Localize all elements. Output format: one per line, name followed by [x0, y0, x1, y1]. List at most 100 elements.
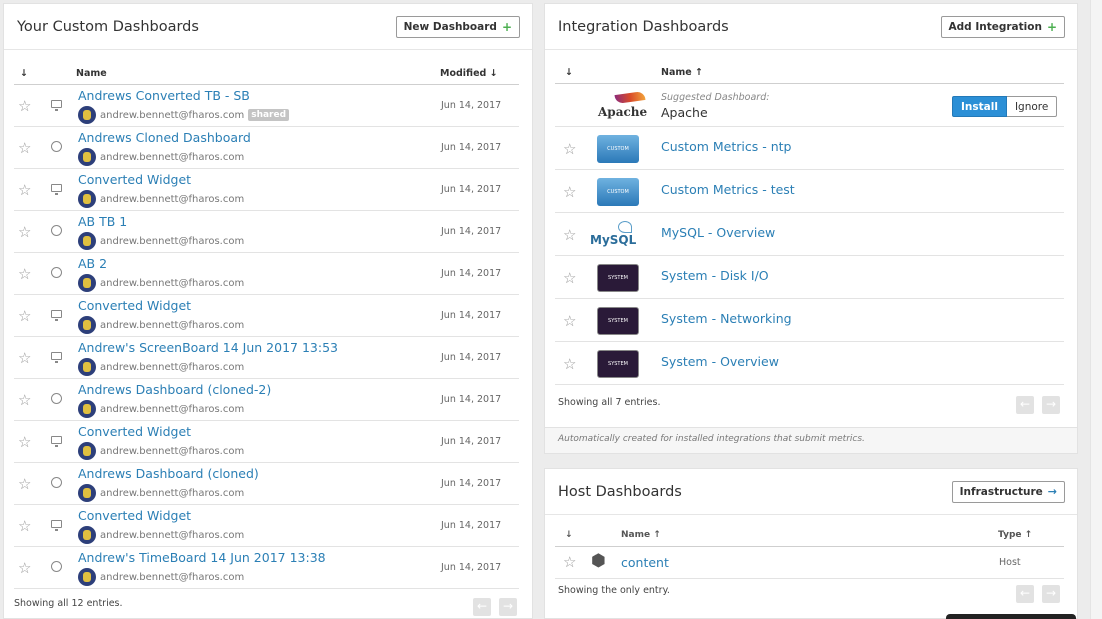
dashboard-link[interactable]: System - Networking [661, 311, 792, 326]
integration-note-bar: Automatically created for installed inte… [544, 428, 1078, 454]
dashboard-link[interactable]: AB TB 1 [78, 214, 127, 229]
dashboard-link[interactable]: Custom Metrics - ntp [661, 139, 791, 154]
avatar [78, 526, 96, 544]
integration-dashboards-list: ☆ CUSTOM Custom Metrics - ntp ☆ CUSTOM Custom… [555, 127, 1064, 385]
table-row: ☆ AB TB 1 andrew.bennett@fharos.com Jun 14,… [14, 211, 519, 253]
sort-column-header[interactable]: ↓ [565, 67, 573, 78]
scrollbar-track[interactable] [1090, 0, 1102, 619]
custom-dashboards-header: Your Custom Dashboards New Dashboard + [4, 4, 532, 50]
name-column-header[interactable]: Name [76, 68, 107, 79]
next-page-button[interactable]: → [499, 598, 517, 616]
table-row: ☆ Andrews Cloned Dashboard andrew.bennett@… [14, 127, 519, 169]
thumbnail-text: SYSTEM [608, 361, 628, 367]
star-icon[interactable]: ☆ [18, 351, 31, 366]
dashboard-link[interactable]: Andrew's ScreenBoard 14 Jun 2017 13:53 [78, 340, 338, 355]
prev-page-button[interactable]: ← [1016, 585, 1034, 603]
star-icon[interactable]: ☆ [563, 357, 576, 372]
next-page-button[interactable]: → [1042, 396, 1060, 414]
integration-dashboards-title: Integration Dashboards [558, 18, 729, 35]
avatar [78, 358, 96, 376]
dashboard-owner: andrew.bennett@fharos.com [78, 442, 244, 460]
dashboard-link[interactable]: Converted Widget [78, 424, 191, 439]
modified-column-header[interactable]: Modified ↓ [440, 68, 498, 79]
modified-date: Jun 14, 2017 [441, 226, 502, 237]
star-icon[interactable]: ☆ [18, 183, 31, 198]
owner-email: andrew.bennett@fharos.com [100, 361, 245, 373]
apache-logo-text: Apache [598, 105, 648, 119]
avatar [78, 106, 96, 124]
new-dashboard-button[interactable]: New Dashboard + [395, 16, 520, 38]
dashboard-owner: andrew.bennett@fharos.com [78, 400, 244, 418]
star-icon[interactable]: ☆ [563, 185, 576, 200]
modified-date: Jun 14, 2017 [441, 394, 502, 405]
dashboard-link[interactable]: AB 2 [78, 256, 107, 271]
dashboard-link[interactable]: Custom Metrics - test [661, 182, 795, 197]
prev-page-button[interactable]: ← [1016, 396, 1034, 414]
dashboard-link[interactable]: System - Disk I/O [661, 268, 769, 283]
mysql-logo: MySQL [590, 221, 640, 249]
dashboard-link[interactable]: MySQL - Overview [661, 225, 775, 240]
table-row: ☆ SYSTEM System - Disk I/O [555, 256, 1064, 299]
custom-dashboards-table: ↓ Name Modified ↓ ☆ Andrews Converted TB … [4, 65, 532, 589]
plus-icon: + [501, 20, 512, 34]
star-icon[interactable]: ☆ [563, 228, 576, 243]
name-column-header[interactable]: Name ↑ [661, 67, 703, 78]
owner-email: andrew.bennett@fharos.com [100, 109, 245, 121]
dashboard-link[interactable]: Andrews Converted TB - SB [78, 88, 250, 103]
apache-logo: Apache [597, 90, 649, 121]
dashboard-link[interactable]: Converted Widget [78, 172, 191, 187]
star-icon[interactable]: ☆ [563, 271, 576, 286]
dashboard-link[interactable]: System - Overview [661, 354, 779, 369]
host-link[interactable]: content [621, 555, 669, 570]
star-icon[interactable]: ☆ [18, 393, 31, 408]
install-button[interactable]: Install [952, 96, 1007, 117]
star-icon[interactable]: ☆ [18, 141, 31, 156]
ignore-button[interactable]: Ignore [1006, 96, 1058, 117]
dashboard-link[interactable]: Andrews Cloned Dashboard [78, 130, 251, 145]
avatar [78, 190, 96, 208]
dashboard-owner: andrew.bennett@fharos.com [78, 148, 244, 166]
table-row: ☆ Andrew's ScreenBoard 14 Jun 2017 13:53 a… [14, 337, 519, 379]
infrastructure-button[interactable]: Infrastructure → [951, 480, 1065, 503]
owner-email: andrew.bennett@fharos.com [100, 319, 245, 331]
star-icon[interactable]: ☆ [563, 314, 576, 329]
star-icon[interactable]: ☆ [18, 519, 31, 534]
custom-metrics-thumbnail: CUSTOM [597, 135, 639, 163]
host-type: Host [999, 557, 1021, 568]
star-icon[interactable]: ☆ [18, 225, 31, 240]
next-page-button[interactable]: → [1042, 585, 1060, 603]
sort-column-header[interactable]: ↓ [20, 68, 28, 79]
system-thumbnail: SYSTEM [597, 307, 639, 335]
prev-page-button[interactable]: ← [473, 598, 491, 616]
star-icon[interactable]: ☆ [18, 309, 31, 324]
star-icon[interactable]: ☆ [18, 99, 31, 114]
avatar [78, 232, 96, 250]
star-icon[interactable]: ☆ [18, 267, 31, 282]
integration-dashboards-header: Integration Dashboards Add Integration + [545, 4, 1077, 50]
star-icon[interactable]: ☆ [18, 435, 31, 450]
new-dashboard-label: New Dashboard [403, 21, 497, 33]
star-icon[interactable]: ☆ [563, 142, 576, 157]
owner-email: andrew.bennett@fharos.com [100, 529, 245, 541]
type-column-header[interactable]: Type ↑ [998, 530, 1032, 540]
chat-widget-tab[interactable] [946, 614, 1076, 619]
screenboard-icon [51, 352, 62, 363]
table-row: ☆ MySQL MySQL - Overview [555, 213, 1064, 256]
host-dashboards-panel: Host Dashboards Infrastructure → ↓ Name … [544, 468, 1078, 619]
table-row: ☆ CUSTOM Custom Metrics - ntp [555, 127, 1064, 170]
modified-date: Jun 14, 2017 [441, 352, 502, 363]
name-column-header[interactable]: Name ↑ [621, 530, 661, 540]
dashboard-link[interactable]: Andrew's TimeBoard 14 Jun 2017 13:38 [78, 550, 326, 565]
add-integration-button[interactable]: Add Integration + [940, 15, 1065, 38]
table-row: ☆ Converted Widget andrew.bennett@fharos.c… [14, 421, 519, 463]
sort-column-header[interactable]: ↓ [565, 530, 573, 540]
dashboard-link[interactable]: Andrews Dashboard (cloned) [78, 466, 259, 481]
dashboard-link[interactable]: Converted Widget [78, 508, 191, 523]
star-icon[interactable]: ☆ [18, 477, 31, 492]
dashboard-link[interactable]: Andrews Dashboard (cloned-2) [78, 382, 271, 397]
integration-entries-count: Showing all 7 entries. [558, 397, 661, 408]
avatar [78, 568, 96, 586]
star-icon[interactable]: ☆ [18, 561, 31, 576]
star-icon[interactable]: ☆ [563, 555, 576, 570]
dashboard-link[interactable]: Converted Widget [78, 298, 191, 313]
